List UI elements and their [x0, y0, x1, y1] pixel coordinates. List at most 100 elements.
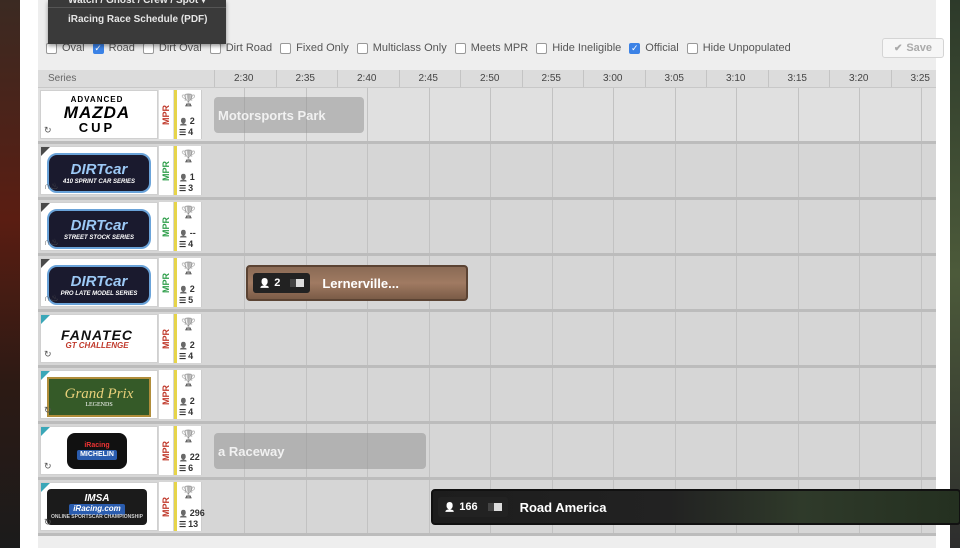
grid-line [490, 368, 491, 421]
driver-count: 👤 2 [179, 116, 195, 126]
driver-count-value: 2 [189, 116, 195, 126]
grid-line [244, 368, 245, 421]
filter-label: Official [645, 42, 679, 54]
grid-line [367, 144, 368, 197]
trophy-icon[interactable]: 🏆 [181, 373, 196, 387]
filter-multiclass-only[interactable]: Multiclass Only [356, 42, 447, 54]
grid-line [305, 200, 307, 253]
session-driver-count: 166 [459, 501, 478, 513]
series-row[interactable]: DIRTcar 410 SPRINT CAR SERIES ∩♨ MPR 🏆 👤 1 ☰ 3 [38, 144, 936, 200]
mpr-label: MPR [161, 104, 171, 125]
dropdown-item-watch[interactable]: Watch / Ghost / Crew / Spot ▾ [48, 0, 226, 8]
trophy-icon[interactable]: 🏆 [181, 485, 196, 499]
grid-line [490, 256, 491, 309]
mpr-indicator: MPR [159, 146, 173, 195]
filter-fixed-only[interactable]: Fixed Only [280, 42, 349, 54]
save-label: Save [906, 42, 933, 54]
mpr-label: MPR [161, 384, 171, 405]
grid-line [613, 312, 614, 365]
checkbox[interactable] [46, 42, 57, 54]
series-row[interactable]: DIRTcar STREET STOCK SERIES ∩♨ MPR 🏆 👤 -- ☰ 4 [38, 200, 936, 256]
logo-text: CUP [78, 120, 116, 135]
session-block[interactable]: 👤 2 Lernerville... [246, 265, 468, 301]
session-count: ☰ 3 [179, 183, 193, 193]
grid-line [920, 312, 922, 365]
checkbox[interactable] [356, 42, 368, 54]
session-block[interactable]: Motorsports Park [214, 97, 364, 133]
dropdown-item-pdf[interactable]: iRacing Race Schedule (PDF) [48, 8, 226, 30]
trophy-icon[interactable]: 🏆 [181, 205, 196, 219]
grid-line [674, 144, 676, 197]
series-row[interactable]: IMSA iRacing.com ONLINE SPORTSCAR CHAMPION… [38, 480, 960, 536]
grid-line [490, 424, 491, 477]
grid-line [367, 200, 368, 253]
tick-separator [337, 70, 338, 87]
car-icon [290, 279, 305, 287]
logo-text: IMSA [84, 493, 110, 505]
session-block[interactable]: 👤 166 Road America [431, 489, 960, 525]
session-driver-pill: 👤 2 [253, 273, 311, 293]
filter-hide-unpopulated[interactable]: Hide Unpopulated [686, 42, 791, 54]
trophy-icon[interactable]: 🏆 [181, 93, 196, 107]
session-count-value: 4 [188, 239, 194, 249]
checkbox[interactable]: ✓ [92, 42, 104, 54]
user-icon: 👤 [179, 119, 188, 126]
series-stats: 🏆 👤 296 ☰ 13 [177, 482, 205, 531]
mpr-label: MPR [161, 160, 171, 181]
session-count-value: 3 [188, 183, 194, 193]
driver-count-value: 1 [189, 172, 195, 182]
checkbox[interactable] [536, 42, 548, 54]
tick-separator [890, 70, 892, 87]
series-logo-cell[interactable]: Grand Prix LEGENDS ↻ [40, 370, 158, 419]
session-block[interactable]: a Raceway [214, 433, 426, 469]
series-logo-cell[interactable]: DIRTcar STREET STOCK SERIES ∩♨ [40, 202, 158, 251]
series-row[interactable]: FANATEC GT CHALLENGE ↻ MPR 🏆 👤 2 ☰ 4 [38, 312, 936, 368]
checkbox[interactable] [454, 42, 466, 54]
list-icon: ☰ [179, 184, 187, 193]
mpr-indicator: MPR [159, 202, 173, 251]
grid-line [244, 480, 245, 533]
series-logo-cell[interactable]: iRacing MICHELIN ↻ [40, 426, 158, 475]
series-logo-cell[interactable]: DIRTcar PRO LATE MODEL SERIES ∩♨ [40, 258, 158, 307]
series-logo-cell[interactable]: DIRTcar 410 SPRINT CAR SERIES ∩♨ [40, 146, 158, 195]
checkbox[interactable] [209, 42, 221, 54]
user-icon: 👤 [179, 511, 188, 518]
user-icon: 👤 [179, 231, 188, 238]
schedule-card: Oval ✓ Road Dirt Oval Dirt Road Fixed Only Mul… [38, 0, 960, 548]
trophy-icon[interactable]: 🏆 [181, 149, 196, 163]
series-logo-cell[interactable]: FANATEC GT CHALLENGE ↻ [40, 314, 158, 363]
trophy-icon[interactable]: 🏆 [181, 317, 196, 331]
series-row[interactable]: ADVANCED MAZDA CUP ↻ MPR 🏆 👤 2 ☰ 4 Motorsports Par… [38, 88, 936, 144]
filter-label: Dirt Road [225, 42, 273, 54]
series-row[interactable]: iRacing MICHELIN ↻ MPR 🏆 👤 22 ☰ 6 a Raceway [38, 424, 936, 480]
trophy-icon[interactable]: 🏆 [181, 429, 196, 443]
filter-hide-ineligible[interactable]: Hide Ineligible [536, 42, 621, 54]
trophy-icon[interactable]: 🏆 [181, 261, 196, 275]
series-logo: DIRTcar STREET STOCK SERIES [47, 209, 151, 249]
grid-line [920, 200, 922, 253]
session-count-value: 4 [188, 351, 194, 361]
series-logo: DIRTcar 410 SPRINT CAR SERIES [47, 153, 151, 193]
checkbox[interactable]: ✓ [629, 42, 641, 54]
grid-line [797, 88, 799, 141]
save-button[interactable]: ✔ Save [882, 38, 944, 58]
filter-meets-mpr[interactable]: Meets MPR [454, 42, 528, 54]
series-logo-cell[interactable]: ADVANCED MAZDA CUP ↻ [40, 90, 158, 139]
series-row[interactable]: Grand Prix LEGENDS ↻ MPR 🏆 👤 2 ☰ 4 [38, 368, 936, 424]
grid-line [428, 200, 430, 253]
checkbox[interactable] [686, 42, 698, 54]
checkbox[interactable] [280, 42, 292, 54]
grid-line [797, 144, 799, 197]
time-tick: 2:50 [480, 73, 500, 84]
grid-line [920, 88, 922, 141]
timeline-header: Series 2:30 2:35 2:40 2:45 2:50 2:55 3:00 3:05 3… [38, 70, 936, 88]
driver-count: 👤 2 [179, 284, 195, 294]
series-row[interactable]: DIRTcar PRO LATE MODEL SERIES ∩♨ MPR 🏆 👤 2 ☰ 5 👤 2… [38, 256, 936, 312]
logo-text: DIRTcar [70, 216, 128, 234]
filter-official[interactable]: ✓ Official [629, 42, 679, 54]
user-icon: 👤 [179, 287, 188, 294]
grid-line [920, 144, 922, 197]
grid-line [613, 424, 614, 477]
checkbox[interactable] [142, 42, 154, 54]
series-logo-cell[interactable]: IMSA iRacing.com ONLINE SPORTSCAR CHAMPION… [40, 482, 158, 531]
